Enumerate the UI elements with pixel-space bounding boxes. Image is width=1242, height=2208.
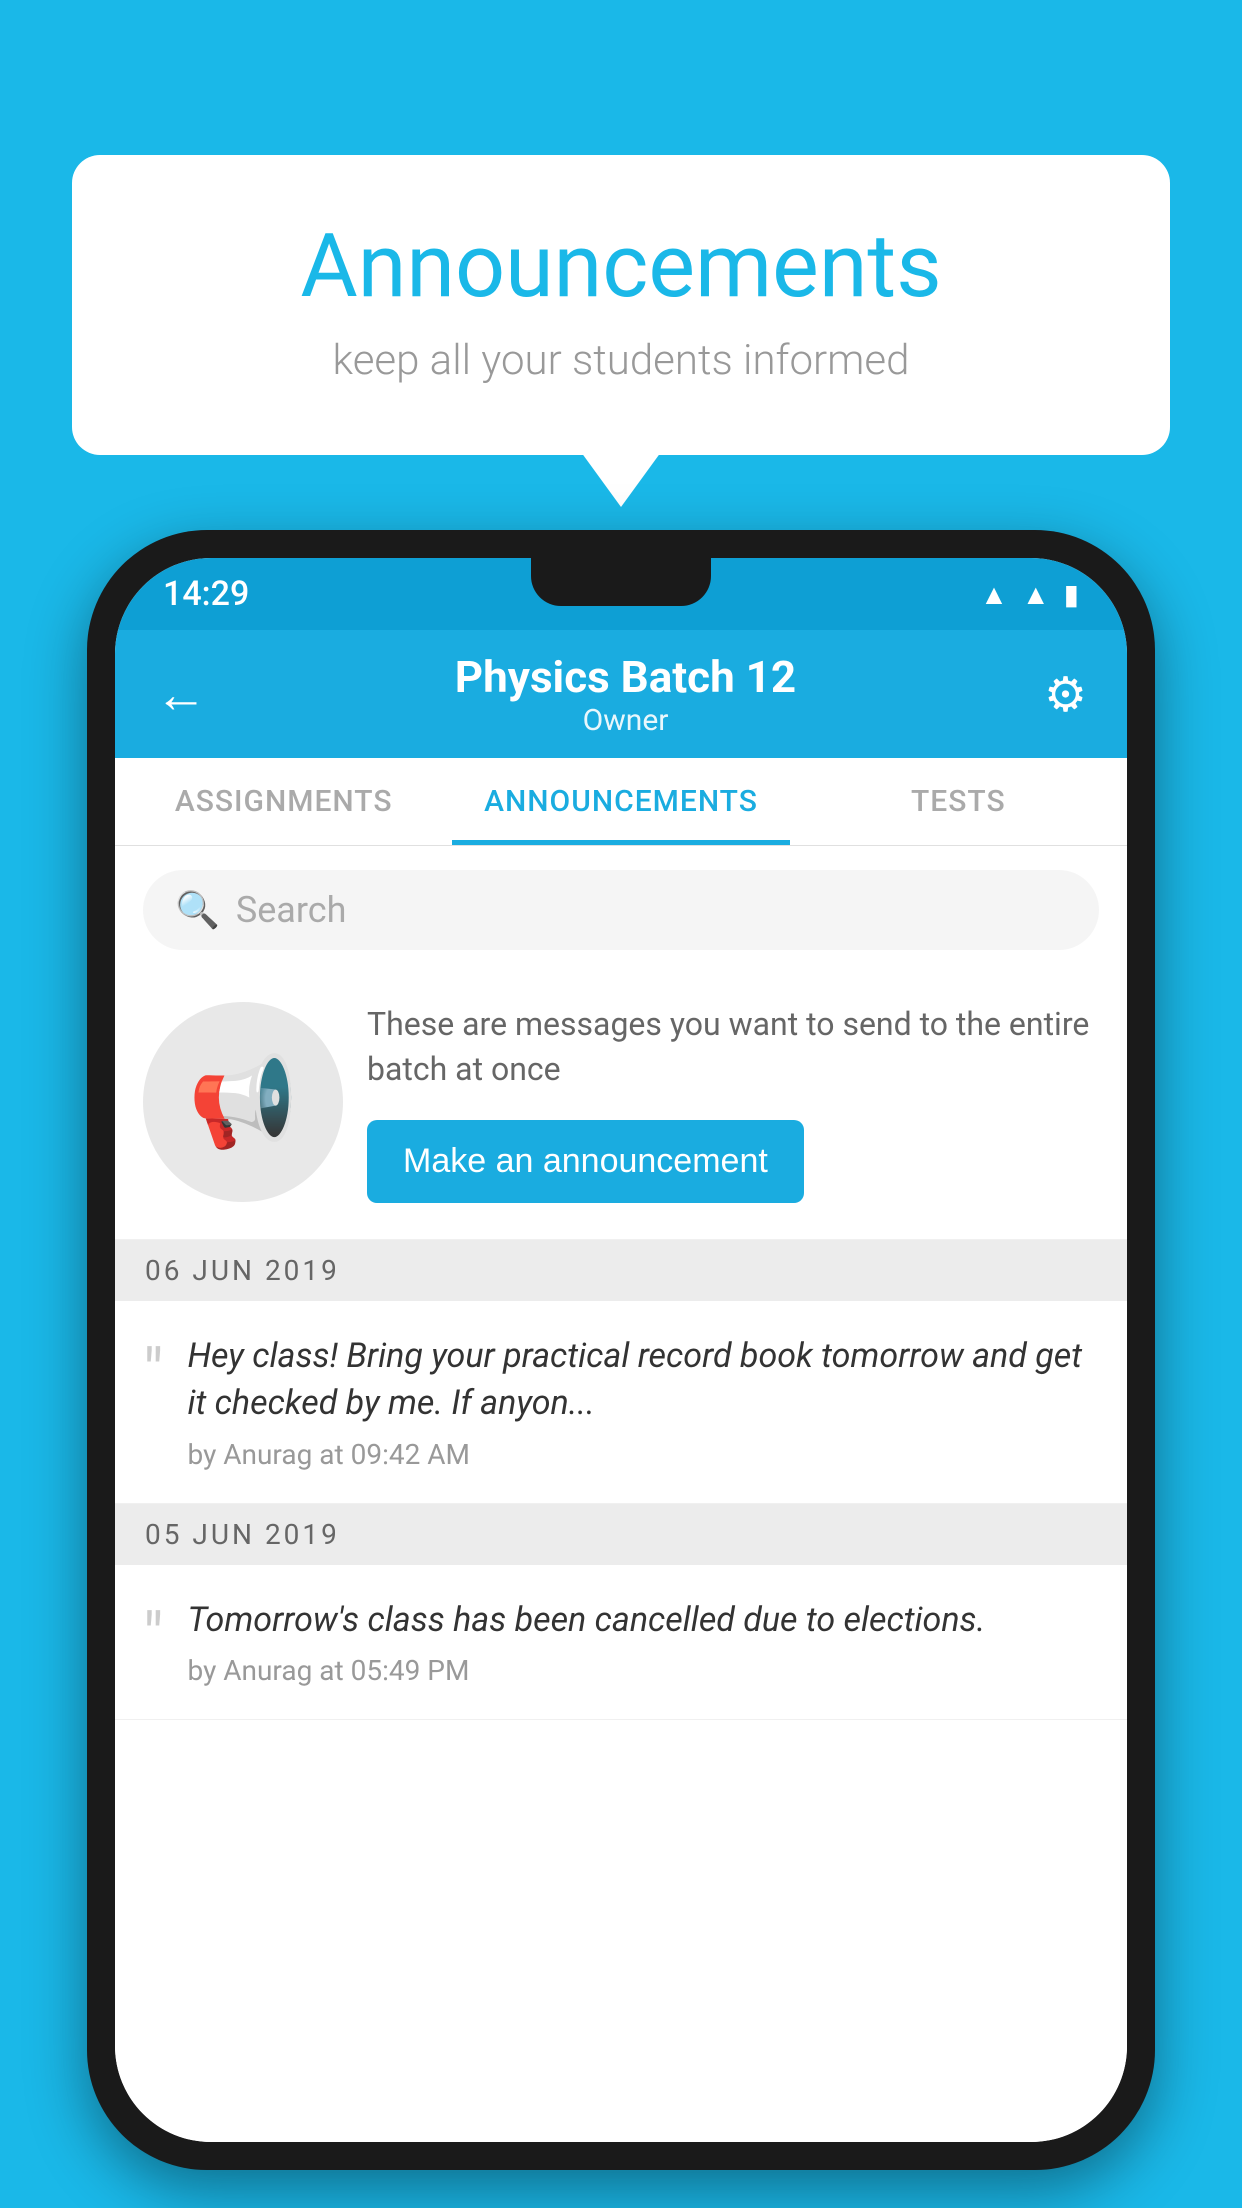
announcement-content-2: Tomorrow's class has been cancelled due … — [188, 1597, 986, 1688]
bubble-title: Announcements — [152, 215, 1090, 318]
megaphone-icon: 📢 — [188, 1051, 298, 1154]
tab-announcements[interactable]: ANNOUNCEMENTS — [452, 758, 789, 845]
promo-right: These are messages you want to send to t… — [367, 1002, 1099, 1203]
batch-subtitle: Owner — [455, 703, 796, 738]
announcement-content-1: Hey class! Bring your practical record b… — [188, 1333, 1100, 1471]
settings-icon[interactable]: ⚙ — [1044, 666, 1087, 723]
make-announcement-button[interactable]: Make an announcement — [367, 1120, 804, 1203]
tab-announcements-label: ANNOUNCEMENTS — [484, 784, 758, 819]
promo-description: These are messages you want to send to t… — [367, 1002, 1099, 1092]
announcement-promo: 📢 These are messages you want to send to… — [115, 974, 1127, 1240]
speech-bubble: Announcements keep all your students inf… — [72, 155, 1170, 455]
app-screen: 14:29 ▲ ▲ ▮ ← Physics Batch 12 Owner ⚙ — [115, 558, 1127, 2142]
tab-assignments[interactable]: ASSIGNMENTS — [115, 758, 452, 845]
announcement-text-2: Tomorrow's class has been cancelled due … — [188, 1597, 986, 1645]
back-button[interactable]: ← — [155, 664, 207, 725]
phone-frame: 14:29 ▲ ▲ ▮ ← Physics Batch 12 Owner ⚙ — [87, 530, 1155, 2170]
date-label-2: 05 JUN 2019 — [145, 1518, 340, 1551]
date-separator-1: 06 JUN 2019 — [115, 1240, 1127, 1301]
quote-icon-2: " — [143, 1605, 164, 1669]
announcement-item-1[interactable]: " Hey class! Bring your practical record… — [115, 1301, 1127, 1504]
status-icons: ▲ ▲ ▮ — [980, 578, 1079, 611]
date-label-1: 06 JUN 2019 — [145, 1254, 340, 1287]
search-bar[interactable]: 🔍 Search — [143, 870, 1099, 950]
search-placeholder: Search — [236, 889, 347, 931]
bubble-subtitle: keep all your students informed — [152, 336, 1090, 385]
announcement-meta-2: by Anurag at 05:49 PM — [188, 1654, 986, 1687]
status-time: 14:29 — [163, 574, 249, 614]
quote-icon-1: " — [143, 1341, 164, 1405]
notch — [531, 558, 711, 606]
promo-icon-circle: 📢 — [143, 1002, 343, 1202]
batch-title: Physics Batch 12 — [455, 651, 796, 703]
status-bar: 14:29 ▲ ▲ ▮ — [115, 558, 1127, 630]
wifi-icon: ▲ — [980, 578, 1008, 611]
content-area: 🔍 Search 📢 These are messages you want t… — [115, 846, 1127, 2142]
battery-icon: ▮ — [1064, 578, 1079, 611]
tab-tests-label: TESTS — [911, 784, 1006, 819]
search-icon: 🔍 — [175, 889, 220, 931]
app-bar-title-group: Physics Batch 12 Owner — [455, 651, 796, 738]
app-bar: ← Physics Batch 12 Owner ⚙ — [115, 630, 1127, 758]
tab-bar: ASSIGNMENTS ANNOUNCEMENTS TESTS — [115, 758, 1127, 846]
tab-tests[interactable]: TESTS — [790, 758, 1127, 845]
date-separator-2: 05 JUN 2019 — [115, 1504, 1127, 1565]
signal-icon: ▲ — [1022, 578, 1050, 611]
announcement-text-1: Hey class! Bring your practical record b… — [188, 1333, 1100, 1428]
tab-assignments-label: ASSIGNMENTS — [175, 784, 393, 819]
phone-screen: 14:29 ▲ ▲ ▮ ← Physics Batch 12 Owner ⚙ — [115, 558, 1127, 2142]
announcement-meta-1: by Anurag at 09:42 AM — [188, 1438, 1100, 1471]
announcement-item-2[interactable]: " Tomorrow's class has been cancelled du… — [115, 1565, 1127, 1721]
